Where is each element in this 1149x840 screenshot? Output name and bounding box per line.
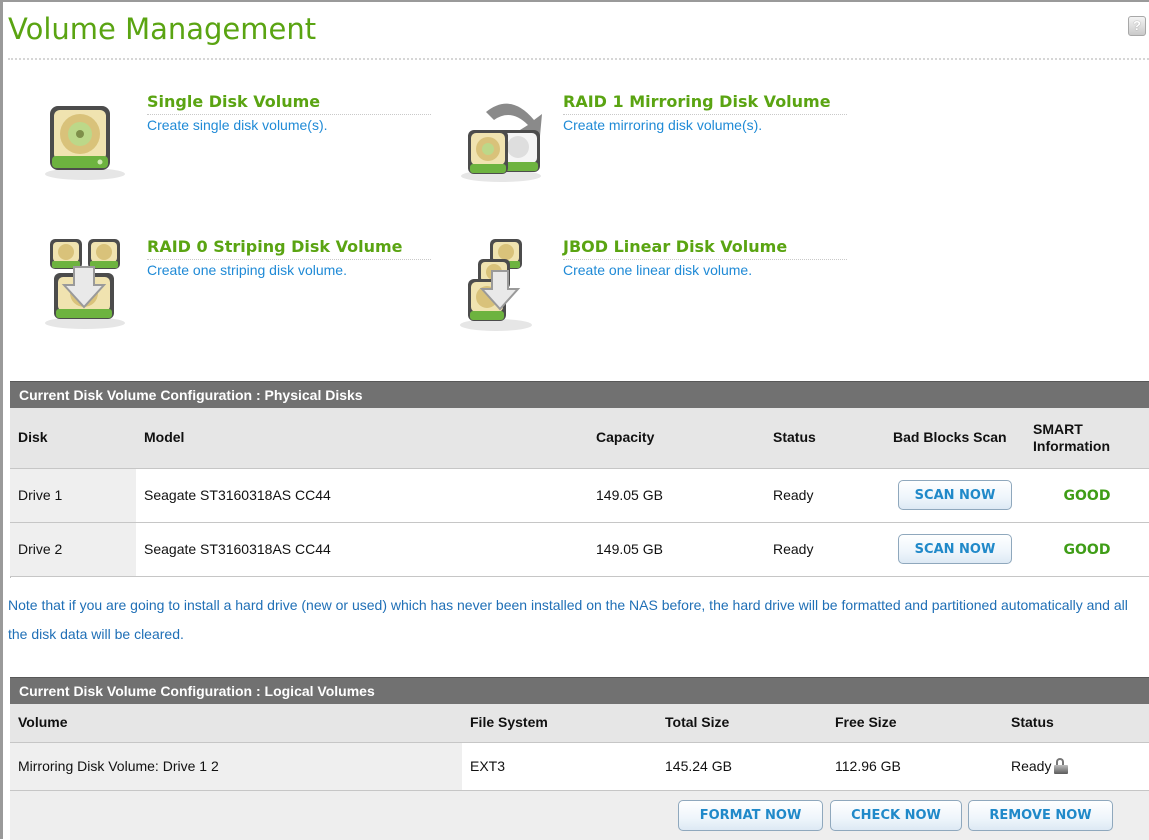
cell-disk: Drive 2 <box>10 521 136 577</box>
mirror-disk-icon <box>461 103 542 182</box>
logical-volumes-header: Current Disk Volume Configuration : Logi… <box>10 677 1149 704</box>
option-title[interactable]: RAID 0 Striping Disk Volume <box>147 237 403 256</box>
table-header-row: Disk Model Capacity Status Bad Blocks Sc… <box>10 408 1149 469</box>
window-top-border <box>0 0 1149 2</box>
option-description: Create single disk volume(s). <box>147 117 328 133</box>
logical-volumes-table: Volume File System Total Size Free Size … <box>10 704 1149 791</box>
smart-status: GOOD <box>1063 487 1111 504</box>
table-header-row: Volume File System Total Size Free Size … <box>10 704 1149 743</box>
cell-capacity: 149.05 GB <box>588 521 765 577</box>
column-header-volume: Volume <box>10 704 462 743</box>
option-description: Create one linear disk volume. <box>563 262 753 278</box>
single-disk-icon <box>45 106 125 180</box>
table-row: Drive 1 Seagate ST3160318AS CC44 149.05 … <box>10 467 1149 523</box>
option-title[interactable]: Single Disk Volume <box>147 92 320 111</box>
column-header-disk: Disk <box>10 408 136 469</box>
option-single-disk[interactable]: Single Disk Volume Create single disk vo… <box>40 92 460 212</box>
cell-status: Ready <box>1003 741 1149 791</box>
column-header-smart-information: SMART Information <box>1025 408 1149 469</box>
physical-disks-header: Current Disk Volume Configuration : Phys… <box>10 381 1149 408</box>
scan-now-button[interactable]: SCAN NOW <box>898 534 1012 564</box>
option-divider <box>147 114 431 115</box>
remove-now-button[interactable]: REMOVE NOW <box>968 800 1113 831</box>
cell-scan: SCAN NOW <box>885 521 1025 577</box>
table-row: Mirroring Disk Volume: Drive 1 2 EXT3 14… <box>10 741 1149 791</box>
check-now-button[interactable]: CHECK NOW <box>830 800 962 831</box>
cell-smart: GOOD <box>1025 521 1149 577</box>
cell-status: Ready <box>765 467 885 523</box>
cell-file-system: EXT3 <box>462 741 657 791</box>
column-header-free-size: Free Size <box>827 704 1003 743</box>
cell-model: Seagate ST3160318AS CC44 <box>136 521 588 577</box>
cell-smart: GOOD <box>1025 467 1149 523</box>
cell-volume: Mirroring Disk Volume: Drive 1 2 <box>10 741 462 791</box>
linear-disk-icon <box>460 239 532 331</box>
install-note: Note that if you are going to install a … <box>8 597 1128 642</box>
option-title[interactable]: RAID 1 Mirroring Disk Volume <box>563 92 831 111</box>
option-raid1-mirroring[interactable]: RAID 1 Mirroring Disk Volume Create mirr… <box>456 92 876 212</box>
cell-free-size: 112.96 GB <box>827 741 1003 791</box>
lock-icon <box>1054 758 1069 774</box>
column-header-status: Status <box>1003 704 1149 743</box>
column-header-status: Status <box>765 408 885 469</box>
scan-now-button[interactable]: SCAN NOW <box>898 480 1012 510</box>
cell-model: Seagate ST3160318AS CC44 <box>136 467 588 523</box>
option-title[interactable]: JBOD Linear Disk Volume <box>563 237 787 256</box>
option-jbod-linear[interactable]: JBOD Linear Disk Volume Create one linea… <box>456 237 876 357</box>
window-left-border <box>0 0 3 839</box>
cell-total-size: 145.24 GB <box>657 741 827 791</box>
column-header-model: Model <box>136 408 588 469</box>
option-raid0-striping[interactable]: RAID 0 Striping Disk Volume Create one s… <box>40 237 460 357</box>
cell-scan: SCAN NOW <box>885 467 1025 523</box>
cell-status: Ready <box>765 521 885 577</box>
option-divider <box>563 114 847 115</box>
help-icon[interactable]: ? <box>1128 16 1146 36</box>
option-divider <box>147 259 431 260</box>
page-title: Volume Management <box>8 12 317 46</box>
smart-status: GOOD <box>1063 541 1111 558</box>
column-header-bad-blocks-scan: Bad Blocks Scan <box>885 408 1025 469</box>
cell-disk: Drive 1 <box>10 467 136 523</box>
table-row: Drive 2 Seagate ST3160318AS CC44 149.05 … <box>10 521 1149 577</box>
status-text: Ready <box>1011 758 1052 774</box>
option-description: Create one striping disk volume. <box>147 262 347 278</box>
cell-capacity: 149.05 GB <box>588 467 765 523</box>
title-divider <box>8 58 1149 60</box>
column-header-total-size: Total Size <box>657 704 827 743</box>
physical-disks-table: Disk Model Capacity Status Bad Blocks Sc… <box>10 408 1149 577</box>
column-header-capacity: Capacity <box>588 408 765 469</box>
striping-disk-icon <box>45 239 125 329</box>
format-now-button[interactable]: FORMAT NOW <box>678 800 823 831</box>
column-header-file-system: File System <box>462 704 657 743</box>
option-divider <box>563 259 847 260</box>
option-description: Create mirroring disk volume(s). <box>563 117 763 133</box>
